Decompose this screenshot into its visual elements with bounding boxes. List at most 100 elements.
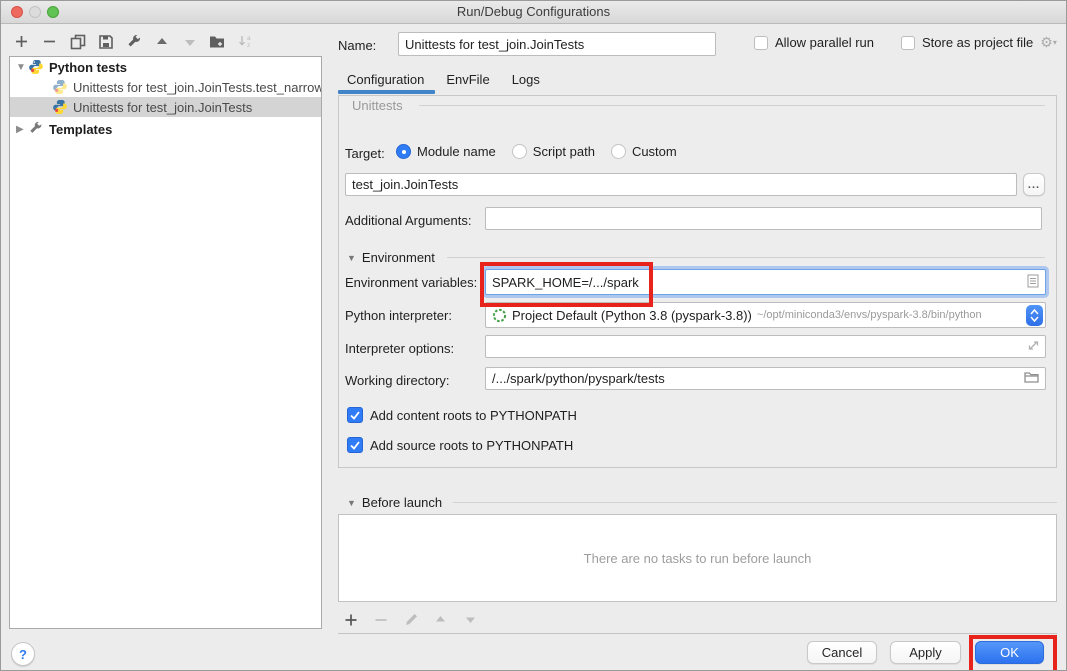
save-icon[interactable] — [97, 33, 114, 50]
tab-configuration[interactable]: Configuration — [347, 72, 424, 87]
dropdown-stepper-icon[interactable] — [1026, 305, 1043, 326]
checkbox-icon[interactable] — [901, 36, 915, 50]
section-divider — [453, 502, 1057, 503]
move-up-icon[interactable] — [153, 33, 170, 50]
env-variables-list-icon[interactable] — [1027, 274, 1039, 291]
environment-section-header[interactable]: ▼ Environment — [347, 250, 435, 265]
gear-icon[interactable]: ⚙▾ — [1040, 35, 1057, 50]
apply-button-label: Apply — [909, 645, 942, 660]
templates-wrench-icon — [28, 121, 44, 137]
tree-item-label: Python tests — [49, 60, 127, 75]
folder-icon[interactable] — [1024, 371, 1039, 386]
help-question-mark: ? — [19, 647, 27, 662]
ok-button-label: OK — [1000, 645, 1019, 660]
additional-arguments-label: Additional Arguments: — [345, 213, 471, 228]
tree-item-label: Templates — [49, 122, 112, 137]
configurations-tree: ▼ Python tests Unittests for test_join.J… — [9, 56, 322, 629]
tab-envfile[interactable]: EnvFile — [446, 72, 489, 87]
before-launch-bottom-divider — [338, 633, 1057, 634]
move-down-icon[interactable] — [462, 611, 479, 628]
store-as-project-file-checkbox[interactable]: Store as project file ⚙▾ — [901, 35, 1057, 50]
radio-script-path[interactable] — [512, 144, 527, 159]
sort-icon[interactable]: az — [237, 33, 254, 50]
svg-text:a: a — [247, 35, 251, 42]
target-label: Target: — [345, 146, 385, 161]
remove-icon[interactable] — [372, 611, 389, 628]
add-icon[interactable] — [13, 33, 30, 50]
python-tests-icon — [28, 59, 44, 75]
before-launch-section-header[interactable]: ▼ Before launch — [347, 495, 442, 510]
tree-item-python-tests[interactable]: ▼ Python tests — [10, 57, 321, 77]
unittests-section-label: Unittests — [352, 98, 403, 113]
checkbox-icon[interactable] — [754, 36, 768, 50]
new-folder-icon[interactable] — [209, 33, 226, 50]
environment-variables-input[interactable]: SPARK_HOME=/.../spark — [485, 269, 1046, 295]
copy-icon[interactable] — [69, 33, 86, 50]
radio-custom[interactable] — [611, 144, 626, 159]
chevron-down-icon[interactable]: ▼ — [347, 253, 356, 263]
radio-module-name[interactable] — [396, 144, 411, 159]
name-label: Name: — [338, 38, 376, 53]
chevron-right-icon[interactable]: ▶ — [16, 124, 28, 135]
tab-bar: Configuration EnvFile Logs — [347, 72, 540, 87]
configurations-toolbar: az — [13, 33, 254, 50]
conda-env-icon — [492, 308, 507, 323]
tree-item-unittest-jointests[interactable]: Unittests for test_join.JoinTests — [10, 97, 321, 117]
checkbox-checked-icon[interactable] — [347, 437, 363, 453]
before-launch-empty-text: There are no tasks to run before launch — [584, 551, 812, 566]
tree-item-templates[interactable]: ▶ Templates — [10, 119, 321, 139]
python-test-icon — [52, 99, 68, 115]
target-input[interactable] — [345, 173, 1017, 196]
edit-icon[interactable] — [402, 611, 419, 628]
ok-button[interactable]: OK — [975, 641, 1044, 664]
run-debug-configurations-dialog: Run/Debug Configurations az ▼ Pyt — [0, 0, 1067, 671]
python-interpreter-select[interactable]: Project Default (Python 3.8 (pyspark-3.8… — [485, 302, 1046, 328]
allow-parallel-run-label: Allow parallel run — [775, 35, 874, 50]
python-test-icon — [52, 79, 68, 95]
tree-item-label: Unittests for test_join.JoinTests.test_n… — [73, 80, 321, 95]
radio-module-name-label: Module name — [417, 144, 496, 159]
apply-button[interactable]: Apply — [890, 641, 961, 664]
add-content-roots-checkbox[interactable]: Add content roots to PYTHONPATH — [347, 407, 577, 423]
additional-arguments-input[interactable] — [485, 207, 1042, 230]
add-icon[interactable] — [342, 611, 359, 628]
section-divider — [447, 257, 1045, 258]
python-interpreter-label: Python interpreter: — [345, 308, 452, 323]
expand-icon[interactable] — [1026, 339, 1039, 355]
tree-item-unittest-narrow[interactable]: Unittests for test_join.JoinTests.test_n… — [10, 77, 321, 97]
add-source-roots-checkbox[interactable]: Add source roots to PYTHONPATH — [347, 437, 573, 453]
working-directory-label: Working directory: — [345, 373, 450, 388]
allow-parallel-run-checkbox[interactable]: Allow parallel run — [754, 35, 874, 50]
window-title: Run/Debug Configurations — [1, 1, 1066, 23]
environment-section-label: Environment — [362, 250, 435, 265]
browse-button[interactable]: ... — [1023, 173, 1045, 196]
before-launch-toolbar — [342, 611, 479, 628]
interpreter-options-input[interactable] — [485, 335, 1046, 358]
help-button[interactable]: ? — [11, 642, 35, 666]
name-input[interactable] — [398, 32, 716, 56]
move-down-icon[interactable] — [181, 33, 198, 50]
working-directory-input[interactable]: /.../spark/python/pyspark/tests — [485, 367, 1046, 390]
chevron-down-icon[interactable]: ▼ — [347, 498, 356, 508]
edit-templates-icon[interactable] — [125, 33, 142, 50]
environment-variables-label: Environment variables: — [345, 275, 477, 290]
remove-icon[interactable] — [41, 33, 58, 50]
checkbox-checked-icon[interactable] — [347, 407, 363, 423]
radio-custom-label: Custom — [632, 144, 677, 159]
move-up-icon[interactable] — [432, 611, 449, 628]
tab-logs[interactable]: Logs — [512, 72, 540, 87]
python-interpreter-value: Project Default (Python 3.8 (pyspark-3.8… — [512, 308, 752, 323]
svg-text:z: z — [247, 42, 250, 49]
environment-variables-value: SPARK_HOME=/.../spark — [492, 275, 1027, 290]
tree-item-label: Unittests for test_join.JoinTests — [73, 100, 252, 115]
chevron-down-icon[interactable]: ▼ — [16, 62, 28, 73]
active-tab-underline — [338, 90, 435, 94]
working-directory-value: /.../spark/python/pyspark/tests — [492, 371, 1024, 386]
before-launch-task-list[interactable]: There are no tasks to run before launch — [338, 514, 1057, 602]
interpreter-options-label: Interpreter options: — [345, 341, 454, 356]
add-content-roots-label: Add content roots to PYTHONPATH — [370, 408, 577, 423]
radio-script-path-label: Script path — [533, 144, 595, 159]
cancel-button-label: Cancel — [822, 645, 862, 660]
cancel-button[interactable]: Cancel — [807, 641, 877, 664]
store-as-project-file-label: Store as project file — [922, 35, 1033, 50]
